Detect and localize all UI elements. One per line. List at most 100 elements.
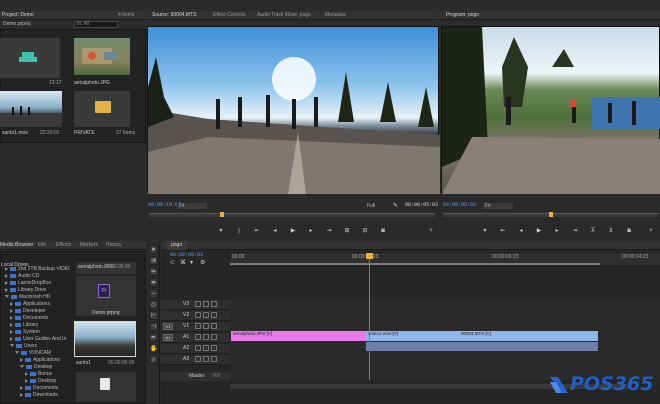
source-fit-select[interactable]: Fit [177, 203, 207, 209]
tree-item[interactable]: LamieDropBox [5, 280, 51, 287]
lock-icon[interactable] [195, 301, 201, 307]
play-button[interactable]: ▶ [289, 228, 297, 235]
rate-stretch-tool-icon[interactable]: ⇔ [149, 289, 158, 298]
hand-tool-icon[interactable]: ✋ [149, 344, 158, 353]
disclosure-open-icon[interactable] [5, 295, 9, 299]
timeline-timecode[interactable]: 00:00:05:03 [170, 252, 203, 258]
ripple-edit-tool-icon[interactable]: ⇹ [149, 267, 158, 276]
source-time-ruler[interactable] [149, 213, 435, 217]
timeline-settings-icon[interactable]: ⚙ [200, 259, 205, 266]
overwrite-button[interactable]: ⊟ [361, 228, 369, 235]
disclosure-closed-icon[interactable] [10, 301, 13, 306]
snap-icon[interactable]: ⊂ [170, 259, 175, 266]
source-patch-badge[interactable]: V1 [163, 323, 173, 330]
disclosure-closed-icon[interactable] [5, 287, 8, 292]
lock-icon[interactable] [195, 356, 201, 362]
step-back-button[interactable]: ◂ [271, 228, 279, 235]
disclosure-open-icon[interactable] [20, 365, 24, 369]
track-header[interactable]: V1 V1 [161, 322, 230, 332]
tab-audio-track-mixer[interactable]: Audio Track Mixer: pogo [257, 11, 311, 20]
go-to-in-button[interactable]: ⇤ [253, 228, 261, 235]
lock-icon[interactable] [195, 323, 201, 329]
tree-item[interactable]: Desktop [20, 364, 52, 371]
rolling-edit-tool-icon[interactable]: ⇼ [149, 278, 158, 287]
media-thumb-sunlo[interactable] [74, 321, 136, 357]
program-step-back-button[interactable]: ◂ [517, 228, 525, 235]
slip-tool-icon[interactable]: ⊢ [149, 311, 158, 320]
track-header[interactable]: A2 [161, 344, 230, 354]
disclosure-closed-icon[interactable] [10, 315, 13, 320]
tree-item[interactable]: 2nd 2TB Backup VIDEO [5, 266, 70, 273]
go-to-out-button[interactable]: ⇥ [325, 228, 333, 235]
tab-effects[interactable]: Effects [56, 241, 71, 250]
tab-timeline[interactable]: pogo [167, 241, 187, 250]
track-header[interactable]: V3 [161, 300, 230, 310]
track-header[interactable]: A1 A1 [161, 333, 230, 343]
source-quality-select[interactable]: Full [367, 203, 375, 209]
tree-item[interactable]: User Guides And In [10, 336, 66, 343]
solo-icon[interactable] [211, 334, 217, 340]
disclosure-closed-icon[interactable] [10, 308, 13, 313]
program-play-button[interactable]: ▶ [535, 228, 543, 235]
disclosure-closed-icon[interactable] [10, 322, 13, 327]
tree-item[interactable]: Downloads [20, 392, 58, 399]
tab-markers[interactable]: Markers [80, 241, 98, 250]
clip-audio[interactable] [366, 342, 598, 351]
insert-button[interactable]: ⊞ [343, 228, 351, 235]
sync-lock-icon[interactable] [203, 323, 209, 329]
track-header[interactable]: A3 [161, 355, 230, 365]
tab-effect-controls[interactable]: Effect Controls [213, 11, 246, 20]
tree-item[interactable]: System [10, 329, 40, 336]
razor-tool-icon[interactable]: ◇ [149, 300, 158, 309]
source-playhead[interactable] [220, 212, 224, 217]
pen-tool-icon[interactable]: ✒ [149, 333, 158, 342]
lock-icon[interactable] [195, 312, 201, 318]
program-fit-select[interactable]: Fit [483, 203, 513, 209]
tab-history[interactable]: History [106, 241, 122, 250]
media-thumb-file[interactable] [76, 372, 136, 402]
disclosure-closed-icon[interactable] [5, 280, 8, 285]
program-go-to-out-button[interactable]: ⇥ [571, 228, 579, 235]
timeline-playhead-handle[interactable] [366, 253, 373, 259]
mute-icon[interactable] [203, 356, 209, 362]
program-step-forward-button[interactable]: ▸ [553, 228, 561, 235]
project-thumb-sunlo[interactable] [0, 91, 62, 127]
mark-in-button[interactable]: ▾ [217, 228, 225, 235]
program-add-button[interactable]: + [647, 228, 655, 235]
program-mark-in-button[interactable]: ▾ [481, 228, 489, 235]
solo-icon[interactable] [211, 345, 217, 351]
timeline-ruler[interactable]: 00:00 00:00:04:23 00:00:09:23 00:00:14:2… [230, 253, 660, 267]
work-area-bar[interactable] [230, 263, 600, 265]
tree-item[interactable]: Desktop [25, 378, 56, 385]
program-export-frame-button[interactable]: ◙ [625, 228, 633, 235]
timeline-playhead-line[interactable] [369, 253, 370, 380]
project-thumb-aerial[interactable] [74, 38, 130, 75]
tab-info[interactable]: Info [38, 241, 46, 250]
tree-item[interactable]: Library Drive [5, 287, 46, 294]
disclosure-open-icon[interactable] [10, 344, 14, 348]
disclosure-closed-icon[interactable] [20, 385, 23, 390]
disclosure-closed-icon[interactable] [10, 336, 13, 341]
disclosure-closed-icon[interactable] [25, 371, 28, 376]
disclosure-closed-icon[interactable] [20, 357, 23, 362]
tab-program[interactable]: Program: pogo [446, 11, 479, 20]
source-add-button[interactable]: + [427, 228, 435, 235]
zoom-tool-icon[interactable]: ⌕ [149, 355, 158, 364]
add-marker-icon[interactable]: ▾ [190, 259, 193, 266]
tab-source[interactable]: Source: 00004.MTS [152, 11, 196, 20]
program-playhead[interactable] [549, 212, 553, 217]
tree-item[interactable]: Macintosh HD [5, 294, 50, 301]
program-timecode[interactable]: 00:00:05:03 [443, 202, 476, 208]
eye-icon[interactable] [211, 323, 217, 329]
lift-button[interactable]: ⊼ [589, 228, 597, 235]
sync-lock-icon[interactable] [203, 301, 209, 307]
source-patch-badge[interactable]: A1 [163, 334, 173, 341]
project-thumb-private[interactable] [74, 91, 130, 127]
linked-selection-icon[interactable]: ⌘ [180, 259, 186, 266]
tree-item[interactable]: Developer [10, 308, 46, 315]
disclosure-closed-icon[interactable] [25, 378, 28, 383]
lock-icon[interactable] [195, 345, 201, 351]
clip-aerialphoto[interactable]: aerialphoto.JPG [V] [231, 331, 366, 341]
master-value[interactable]: 0.0 [213, 373, 220, 379]
tab-metadata[interactable]: Metadata [325, 11, 346, 20]
